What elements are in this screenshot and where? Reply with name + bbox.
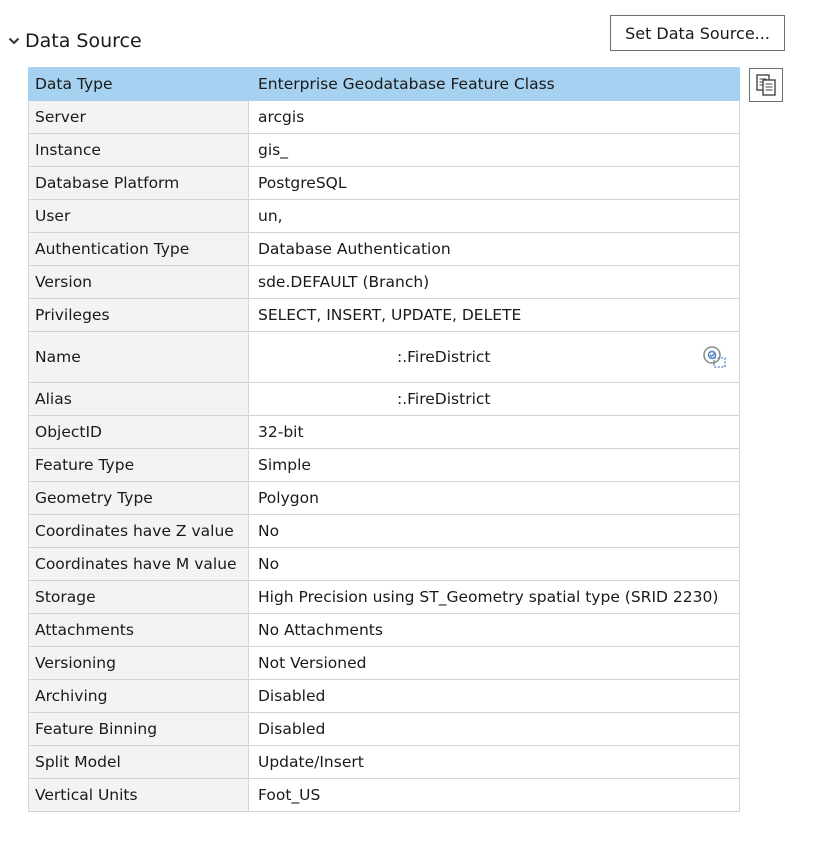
table-row: Version sde.DEFAULT (Branch) — [28, 265, 740, 299]
property-value: :.FireDistrict — [397, 348, 491, 366]
property-key: Database Platform — [28, 166, 249, 200]
property-key: Storage — [28, 580, 249, 614]
property-value: 32-bit — [248, 415, 740, 449]
property-value: arcgis — [248, 100, 740, 134]
property-value: Database Authentication — [248, 232, 740, 266]
table-row: Archiving Disabled — [28, 679, 740, 713]
property-key: Vertical Units — [28, 778, 249, 812]
name-value-cell: :.FireDistrict — [248, 331, 740, 383]
property-value: No — [248, 514, 740, 548]
table-row: Vertical Units Foot_US — [28, 778, 740, 812]
table-row: Alias :.FireDistrict — [28, 382, 740, 416]
alias-value-cell: :.FireDistrict — [248, 382, 740, 416]
property-value: PostgreSQL — [248, 166, 740, 200]
property-key: Authentication Type — [28, 232, 249, 266]
copy-icon — [756, 74, 776, 96]
table-row: User un, — [28, 199, 740, 233]
table-row: Coordinates have M value No — [28, 547, 740, 581]
property-value: No — [248, 547, 740, 581]
property-key: Data Type — [28, 67, 249, 101]
property-value: Not Versioned — [248, 646, 740, 680]
property-value: Polygon — [248, 481, 740, 515]
property-value: SELECT, INSERT, UPDATE, DELETE — [248, 298, 740, 332]
table-row: Split Model Update/Insert — [28, 745, 740, 779]
property-key: Privileges — [28, 298, 249, 332]
table-row: Storage High Precision using ST_Geometry… — [28, 580, 740, 614]
data-source-panel: Data Source Set Data Source... Data Type… — [0, 0, 837, 853]
data-source-section-header[interactable]: Data Source — [7, 28, 142, 54]
property-value: High Precision using ST_Geometry spatial… — [248, 580, 740, 614]
property-value: Disabled — [248, 679, 740, 713]
property-key: User — [28, 199, 249, 233]
property-key: Split Model — [28, 745, 249, 779]
property-key: Server — [28, 100, 249, 134]
property-key: Archiving — [28, 679, 249, 713]
property-value: un, — [248, 199, 740, 233]
table-row: ObjectID 32-bit — [28, 415, 740, 449]
copy-button[interactable] — [749, 68, 783, 102]
table-row: Instance gis_ — [28, 133, 740, 167]
table-row: Privileges SELECT, INSERT, UPDATE, DELET… — [28, 298, 740, 332]
table-row: Feature Type Simple — [28, 448, 740, 482]
property-value: :.FireDistrict — [397, 390, 491, 408]
section-title: Data Source — [25, 30, 142, 52]
property-key: Coordinates have M value — [28, 547, 249, 581]
chevron-down-icon[interactable] — [7, 34, 21, 48]
property-value: gis_ — [248, 133, 740, 167]
table-row: Geometry Type Polygon — [28, 481, 740, 515]
property-key: Alias — [28, 382, 249, 416]
table-row: Feature Binning Disabled — [28, 712, 740, 746]
name-edit-icon[interactable] — [701, 345, 727, 369]
property-key: ObjectID — [28, 415, 249, 449]
property-key: Name — [28, 331, 249, 383]
property-key: Geometry Type — [28, 481, 249, 515]
property-key: Feature Type — [28, 448, 249, 482]
property-value: Simple — [248, 448, 740, 482]
property-key: Coordinates have Z value — [28, 514, 249, 548]
property-value: Disabled — [248, 712, 740, 746]
table-row: Database Platform PostgreSQL — [28, 166, 740, 200]
table-row: Attachments No Attachments — [28, 613, 740, 647]
property-key: Instance — [28, 133, 249, 167]
table-row: Authentication Type Database Authenticat… — [28, 232, 740, 266]
properties-table: Data Type Enterprise Geodatabase Feature… — [28, 67, 740, 812]
table-row: Data Type Enterprise Geodatabase Feature… — [28, 67, 740, 101]
property-key: Versioning — [28, 646, 249, 680]
property-value: No Attachments — [248, 613, 740, 647]
table-row: Name :.FireDistrict — [28, 331, 740, 383]
property-key: Version — [28, 265, 249, 299]
table-row: Coordinates have Z value No — [28, 514, 740, 548]
property-key: Attachments — [28, 613, 249, 647]
property-value: sde.DEFAULT (Branch) — [248, 265, 740, 299]
table-row: Server arcgis — [28, 100, 740, 134]
property-value: Foot_US — [248, 778, 740, 812]
set-data-source-button[interactable]: Set Data Source... — [610, 15, 785, 51]
property-value: Enterprise Geodatabase Feature Class — [248, 67, 740, 101]
property-value: Update/Insert — [248, 745, 740, 779]
property-key: Feature Binning — [28, 712, 249, 746]
table-row: Versioning Not Versioned — [28, 646, 740, 680]
